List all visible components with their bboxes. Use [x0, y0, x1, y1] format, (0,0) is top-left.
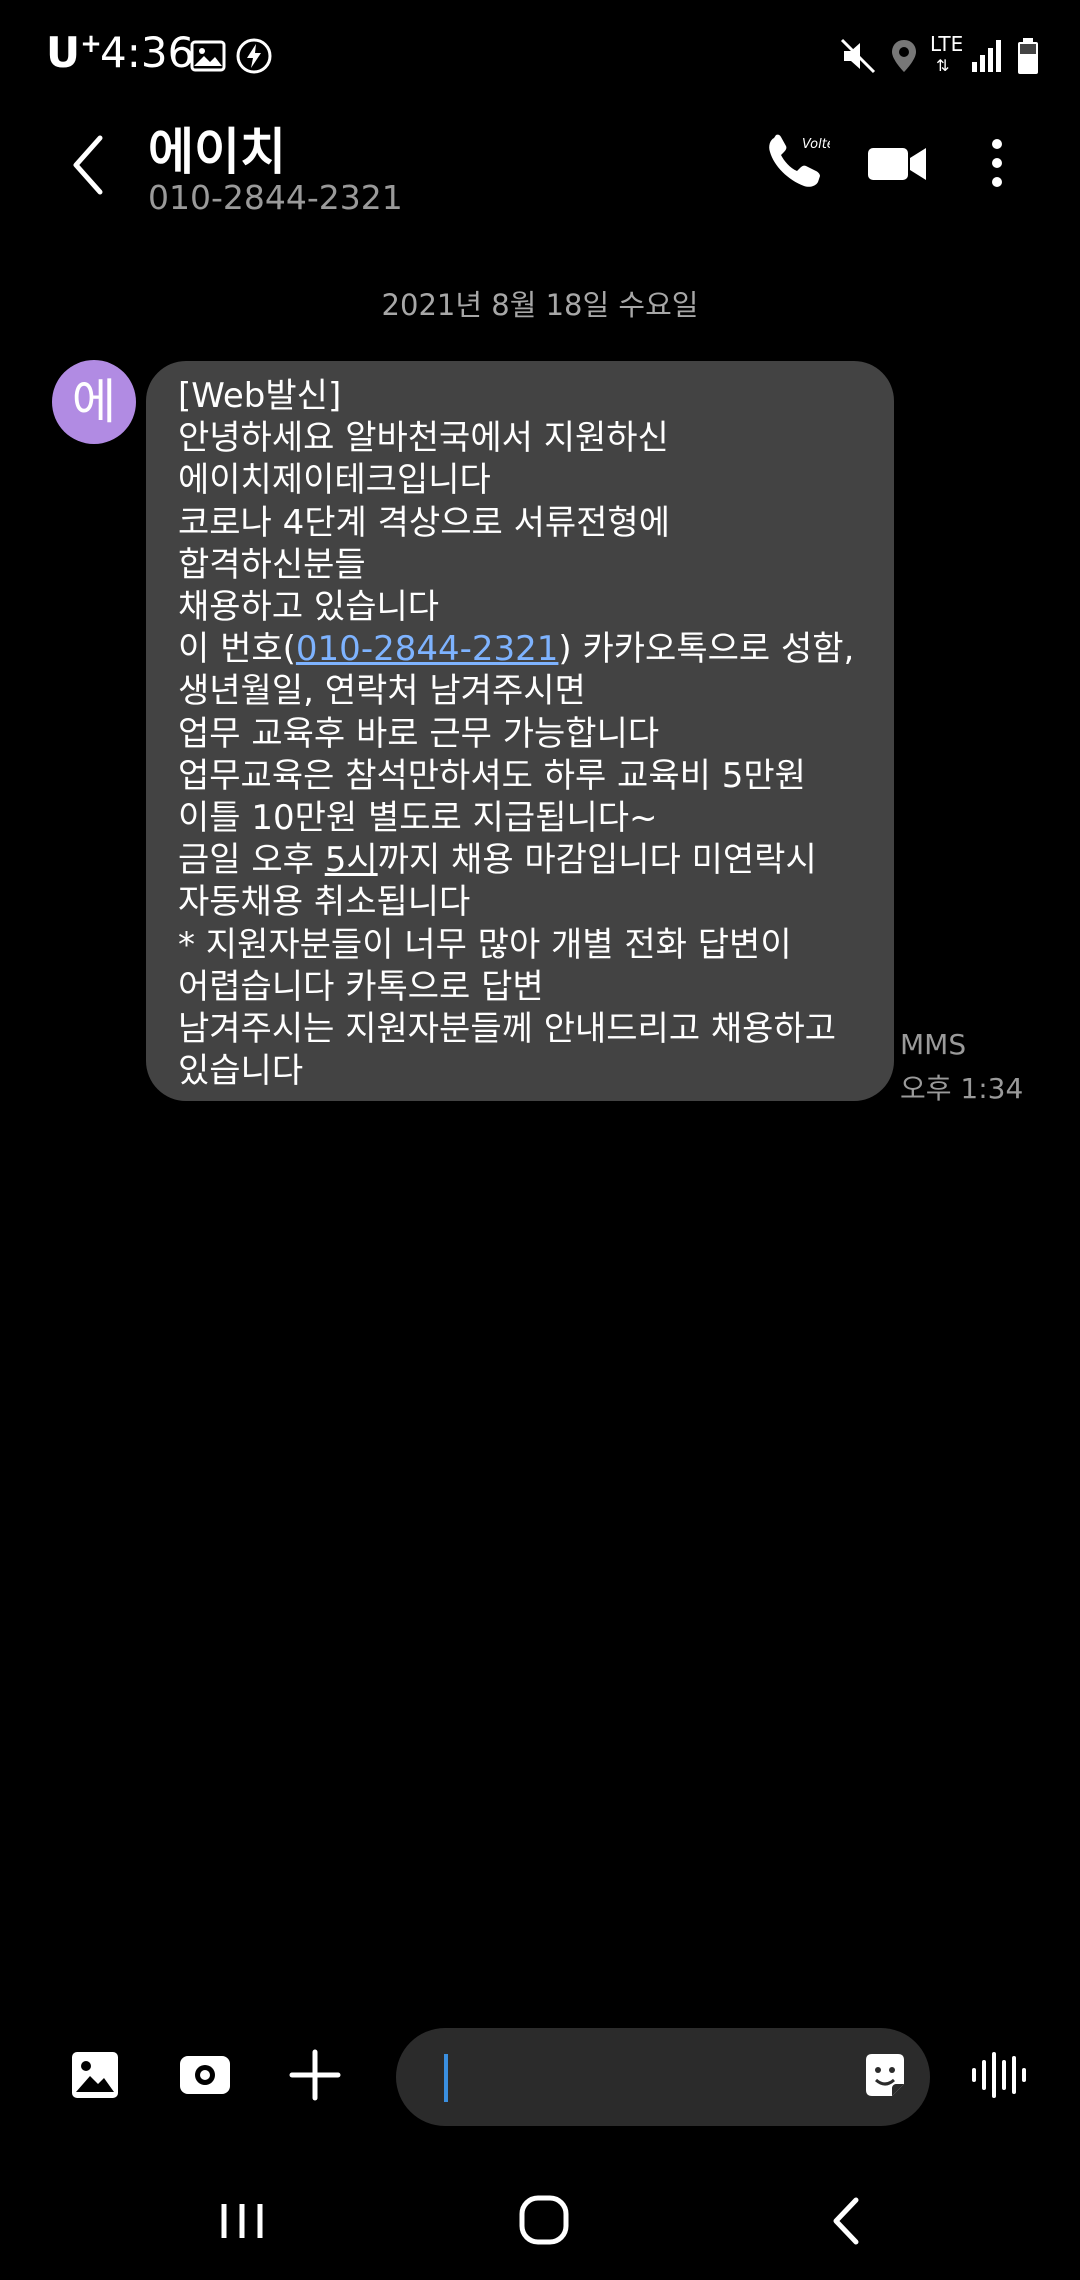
home-button[interactable] — [504, 2186, 584, 2256]
contact-avatar[interactable]: 에 — [52, 360, 136, 444]
video-call-button[interactable] — [862, 128, 932, 198]
back-button[interactable] — [60, 130, 120, 200]
message-text: [Web발신] 안녕하세요 알바천국에서 지원하신 에이치제이테크입니다 코로나… — [178, 376, 855, 1092]
recent-apps-button[interactable] — [202, 2186, 282, 2256]
gallery-notification-icon — [190, 40, 226, 72]
voice-call-button[interactable]: Volte — [760, 128, 830, 198]
signal-icon — [972, 40, 1001, 72]
camera-button[interactable] — [170, 2040, 240, 2110]
network-type-label: LTE — [930, 32, 964, 56]
message-type-label: MMS — [900, 1028, 967, 1061]
gallery-button[interactable] — [60, 2040, 130, 2110]
contact-number: 010-2844-2321 — [148, 178, 403, 217]
status-bar: U+ 4:36 LTE ⇅ — [0, 0, 1080, 110]
sticker-icon[interactable] — [858, 2050, 912, 2104]
message-composer[interactable] — [396, 2028, 930, 2126]
nav-back-button[interactable] — [808, 2186, 888, 2256]
date-separator: 2021년 8월 18일 수요일 — [381, 288, 699, 322]
charging-notification-icon — [236, 38, 272, 74]
add-attachment-button[interactable] — [280, 2040, 350, 2110]
text-cursor — [444, 2054, 448, 2102]
more-options-button[interactable] — [962, 128, 1032, 198]
contact-name: 에이치 — [148, 123, 286, 181]
voice-input-button[interactable] — [964, 2040, 1034, 2110]
carrier-label: U+ — [46, 28, 102, 77]
message-input[interactable] — [434, 2050, 828, 2106]
message-timestamp: 오후 1:34 — [900, 1072, 1024, 1105]
message-phone-link[interactable]: 010-2844-2321 — [296, 629, 559, 669]
status-time: 4:36 — [100, 28, 195, 77]
message-bubble[interactable]: [Web발신] 안녕하세요 알바천국에서 지원하신 에이치제이테크입니다 코로나… — [146, 361, 894, 1101]
message-time-link[interactable]: 5시 — [325, 840, 378, 880]
mute-icon — [840, 38, 876, 74]
data-arrows-icon: ⇅ — [936, 56, 950, 75]
volte-badge: Volte — [802, 137, 830, 152]
location-icon — [892, 40, 916, 72]
battery-icon — [1018, 38, 1038, 74]
